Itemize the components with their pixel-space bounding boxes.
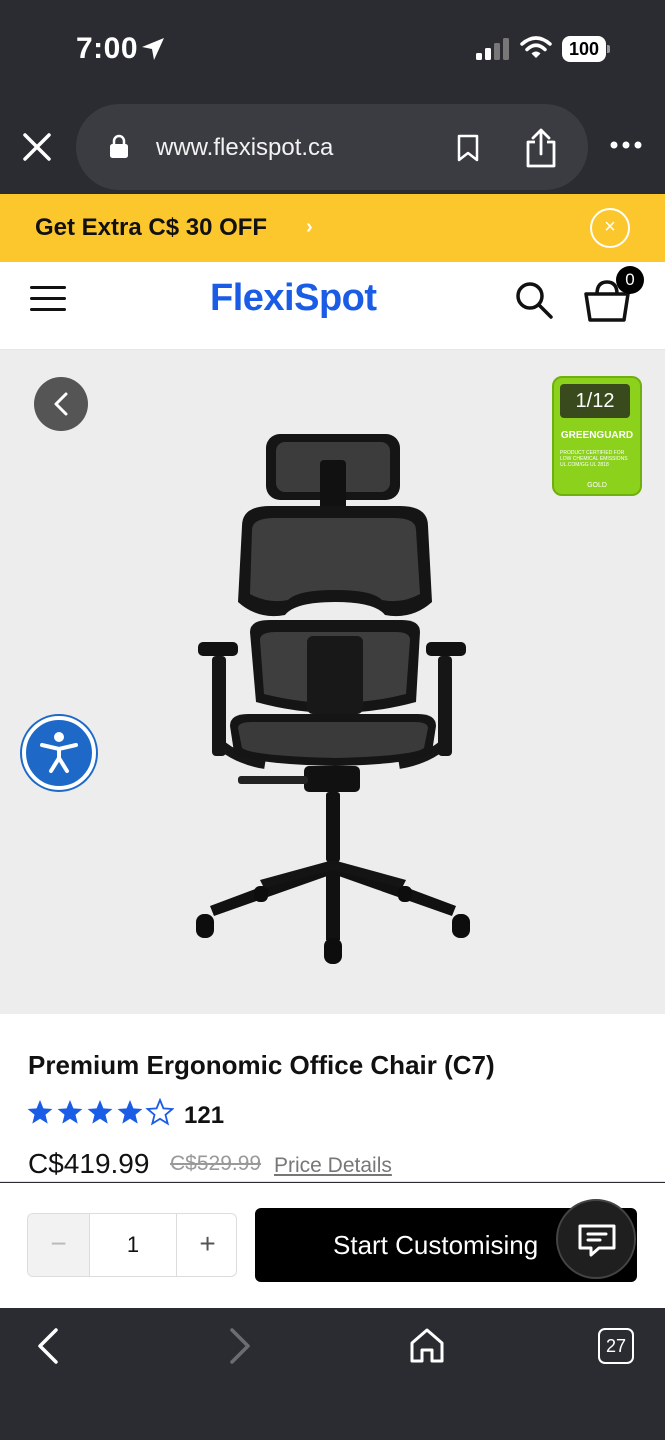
price-details-link[interactable]: Price Details	[274, 1154, 392, 1178]
current-price: C$419.99	[28, 1148, 150, 1179]
status-time: 7:00	[76, 32, 139, 65]
star-empty-icon	[145, 1098, 174, 1126]
chevron-right-icon: ›	[306, 216, 313, 238]
battery-level: 100	[562, 36, 606, 62]
star-filled-icon	[27, 1100, 53, 1124]
more-icon[interactable]	[610, 140, 642, 150]
url-text[interactable]: www.flexispot.ca	[156, 134, 333, 162]
menu-icon[interactable]	[30, 286, 66, 314]
star-filled-icon	[117, 1100, 143, 1124]
forward-arrow-icon[interactable]	[224, 1326, 254, 1366]
site-header: FlexiSpot 0	[0, 262, 665, 350]
close-icon[interactable]	[20, 130, 54, 164]
chevron-left-icon	[54, 392, 68, 416]
search-icon[interactable]	[514, 280, 554, 320]
product-info: Premium Ergonomic Office Chair (C7) 121 …	[0, 1014, 665, 1182]
logo[interactable]: FlexiSpot	[210, 277, 377, 320]
product-image[interactable]	[180, 430, 480, 970]
address-bar[interactable]: www.flexispot.ca	[76, 104, 588, 190]
home-icon[interactable]	[408, 1326, 446, 1364]
signal-icon	[476, 38, 509, 60]
purchase-bar: − 1 + Start Customising	[0, 1183, 665, 1308]
lock-icon	[110, 134, 128, 158]
quantity-decrease-button[interactable]: −	[28, 1214, 90, 1276]
badge-tier: GOLD	[587, 482, 607, 489]
badge-fine-print: PRODUCT CERTIFIED FOR LOW CHEMICAL EMISS…	[560, 450, 628, 468]
bookmark-icon[interactable]	[456, 134, 480, 162]
battery-icon: 100	[562, 36, 610, 62]
promo-close-button[interactable]: ×	[590, 208, 630, 248]
accessibility-button[interactable]	[22, 716, 96, 790]
review-count[interactable]: 121	[184, 1102, 224, 1130]
rating-stars[interactable]	[26, 1098, 174, 1128]
cart-count-badge: 0	[616, 266, 644, 294]
promo-text[interactable]: Get Extra C$ 30 OFF	[35, 214, 267, 242]
browser-bottom-nav: 27	[0, 1308, 665, 1440]
location-arrow-icon	[142, 38, 164, 60]
accessibility-icon	[40, 732, 78, 773]
chat-button[interactable]	[556, 1199, 636, 1279]
star-filled-icon	[87, 1100, 113, 1124]
quantity-input[interactable]: 1	[90, 1214, 176, 1276]
battery-tip	[607, 45, 610, 53]
promo-banner[interactable]: Get Extra C$ 30 OFF › ×	[0, 194, 665, 262]
back-arrow-icon[interactable]	[34, 1326, 64, 1366]
browser-toolbar: www.flexispot.ca	[0, 98, 665, 194]
wifi-icon	[520, 36, 552, 58]
gallery-prev-button[interactable]	[34, 377, 88, 431]
share-icon[interactable]	[524, 128, 558, 168]
original-price: C$529.99	[170, 1152, 262, 1175]
product-title: Premium Ergonomic Office Chair (C7)	[28, 1050, 495, 1080]
quantity-stepper: − 1 +	[27, 1213, 237, 1277]
product-gallery[interactable]: GREENGUARD PRODUCT CERTIFIED FOR LOW CHE…	[0, 350, 665, 1014]
tabs-button[interactable]: 27	[598, 1328, 634, 1364]
quantity-increase-button[interactable]: +	[176, 1214, 236, 1276]
image-counter: 1/12	[560, 384, 630, 418]
badge-title: GREENGUARD	[560, 430, 634, 441]
star-filled-icon	[57, 1100, 83, 1124]
chat-icon	[578, 1224, 616, 1257]
status-bar: 7:00 100	[0, 0, 665, 98]
